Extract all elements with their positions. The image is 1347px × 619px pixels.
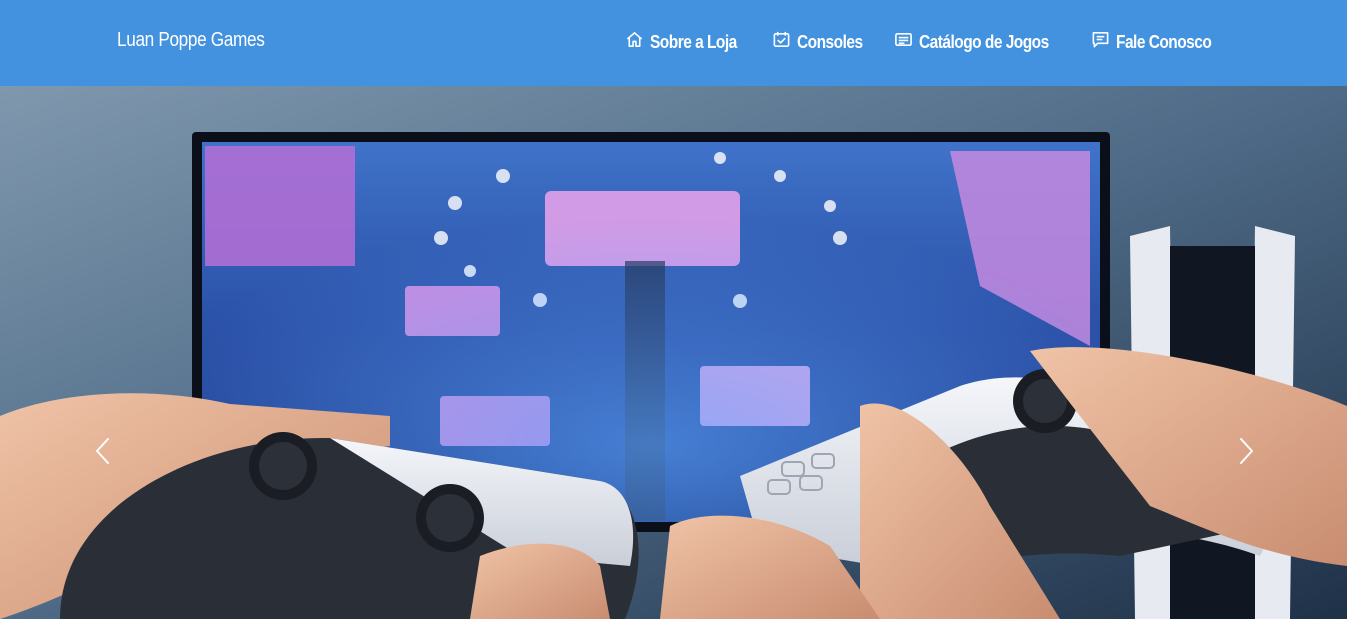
- carousel-image: [0, 86, 1347, 619]
- list-card-icon: [894, 30, 913, 54]
- nav-links: Sobre a Loja Consoles Catálogo de Jogos …: [625, 30, 1217, 54]
- calendar-check-icon: [772, 30, 791, 54]
- carousel-prev-button[interactable]: [88, 431, 118, 471]
- nav-link-sobre-a-loja[interactable]: Sobre a Loja: [625, 30, 741, 54]
- nav-link-fale-conosco[interactable]: Fale Conosco: [1091, 30, 1217, 54]
- carousel-next-button[interactable]: [1231, 431, 1261, 471]
- chat-icon: [1091, 30, 1110, 54]
- brand-link[interactable]: Luan Poppe Games: [117, 29, 265, 52]
- nav-link-label: Consoles: [797, 31, 863, 52]
- chevron-left-icon: [88, 438, 118, 475]
- nav-link-label: Sobre a Loja: [650, 31, 738, 52]
- nav-link-consoles[interactable]: Consoles: [772, 30, 863, 54]
- home-icon: [625, 30, 644, 54]
- nav-link-catalogo-de-jogos[interactable]: Catálogo de Jogos: [894, 30, 1060, 54]
- nav-link-label: Catálogo de Jogos: [919, 31, 1050, 52]
- chevron-right-icon: [1231, 438, 1261, 475]
- nav-link-label: Fale Conosco: [1116, 31, 1212, 52]
- navbar: Luan Poppe Games Sobre a Loja Consoles C…: [0, 0, 1347, 86]
- hero-carousel: [0, 86, 1347, 619]
